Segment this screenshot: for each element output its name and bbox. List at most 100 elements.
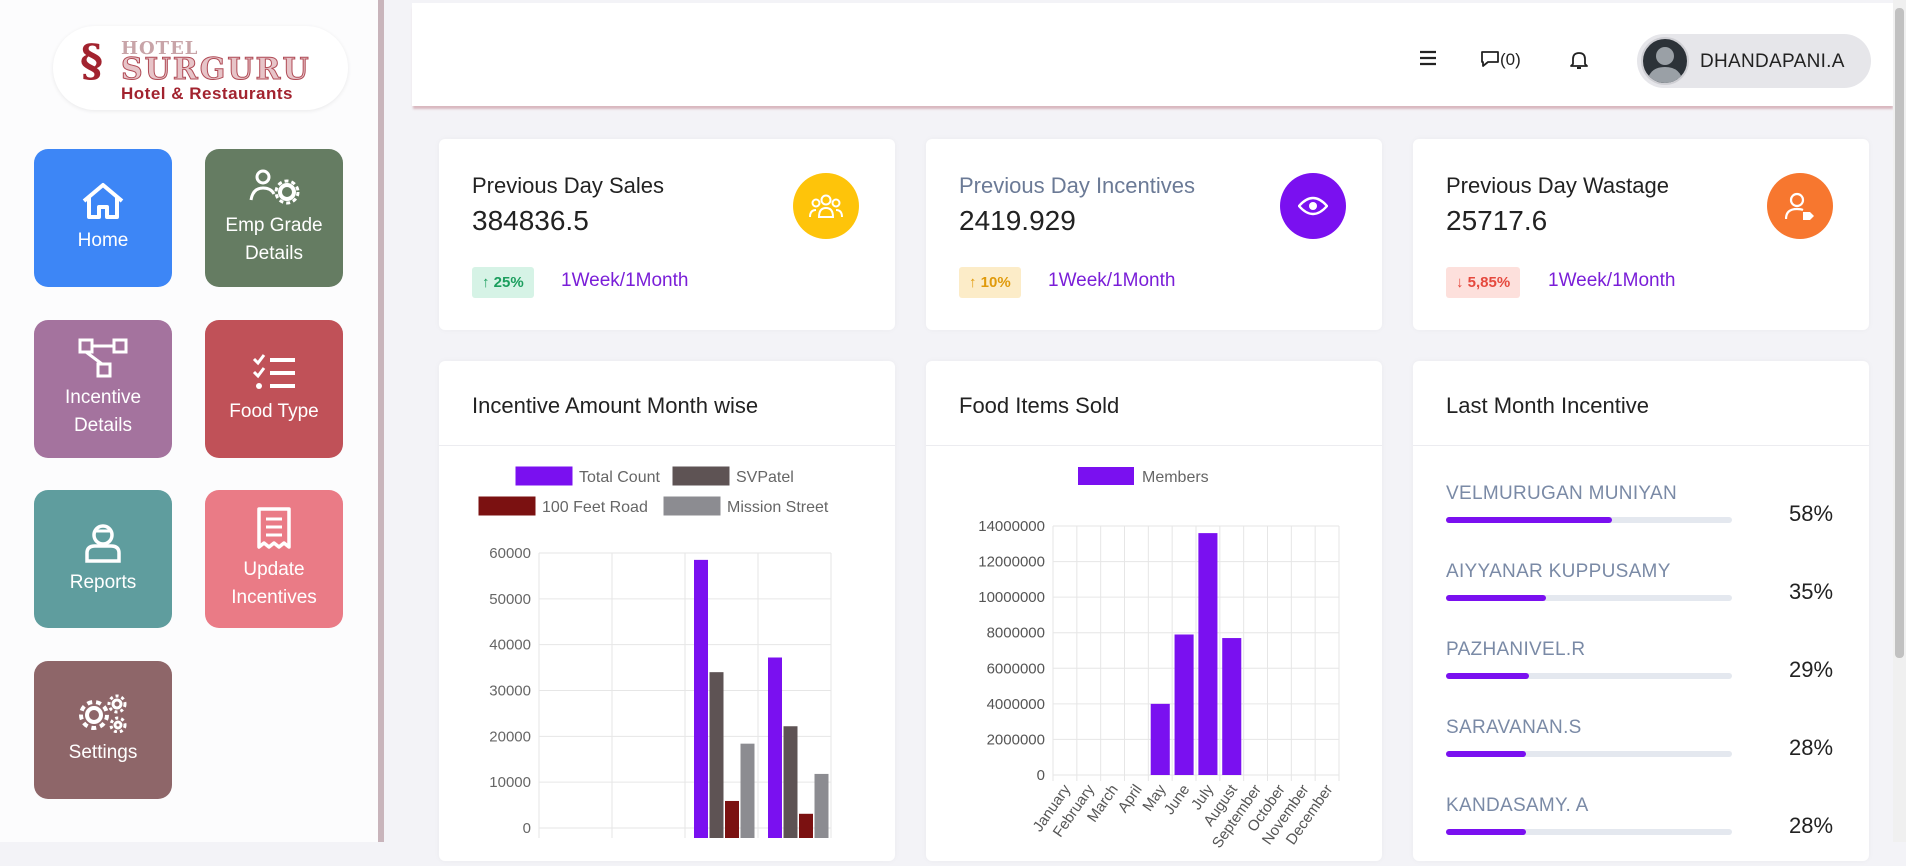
bar <box>1222 638 1242 775</box>
home-icon <box>82 183 124 219</box>
hamburger-icon <box>1420 50 1436 66</box>
stat-title: Previous Day Incentives <box>959 173 1195 198</box>
food-sold-panel: Food Items Sold Members 14000000 12000000 1… <box>926 361 1382 861</box>
checklist-icon <box>252 354 295 389</box>
menu-toggle[interactable] <box>1419 50 1437 71</box>
bar <box>1198 533 1218 775</box>
sidebar: § HOTEL SURGURU Hotel & Restaurants Home… <box>0 0 384 842</box>
update-incentives-tile[interactable]: Update Incentives <box>205 490 343 628</box>
y-tick-label: 12000000 <box>978 554 1045 571</box>
y-tick-label: 2000000 <box>987 731 1045 748</box>
hotel-logo[interactable]: § HOTEL SURGURU Hotel & Restaurants <box>53 26 348 110</box>
scrollbar-thumb[interactable] <box>1895 8 1904 658</box>
bar <box>783 726 798 838</box>
y-tick-label: 0 <box>1037 767 1045 784</box>
bar <box>1174 634 1194 775</box>
users-gear-icon <box>249 169 300 205</box>
y-tick-label: 14000000 <box>978 518 1045 535</box>
y-tick-label: 4000000 <box>987 696 1045 713</box>
y-tick-label: 30000 <box>489 683 531 700</box>
food-sold-chart: Members 14000000 12000000 10000000 8000000 60… <box>978 467 1340 851</box>
incentive-row: AIYYANAR KUPPUSAMY 35% <box>1446 561 1866 631</box>
bar <box>709 672 724 838</box>
settings-tile[interactable]: Settings <box>34 661 172 799</box>
last-month-panel: Last Month Incentive VELMURUGAN MUNIYAN … <box>1413 361 1869 861</box>
stat-card-wastage: Previous Day Wastage 25717.6 ↓ 5,85% 1We… <box>1413 139 1869 330</box>
y-tick-label: 8000000 <box>987 625 1045 642</box>
y-tick-label: 50000 <box>489 591 531 608</box>
stat-title: Previous Day Wastage <box>1446 173 1669 198</box>
bell-icon <box>1570 52 1588 69</box>
incentive-details-tile[interactable]: Incentive Details <box>34 320 172 458</box>
legend-swatch <box>478 496 536 516</box>
incentive-row: VELMURUGAN MUNIYAN 58% <box>1446 483 1866 553</box>
avatar <box>1641 37 1689 85</box>
employee-name: AIYYANAR KUPPUSAMY <box>1446 561 1671 582</box>
employee-name: PAZHANIVEL.R <box>1446 639 1586 660</box>
y-tick-label: 10000 <box>489 774 531 791</box>
y-tick-label: 20000 <box>489 728 531 745</box>
stat-icon-circle <box>1767 173 1833 239</box>
bar <box>814 773 829 838</box>
incentive-percent: 35% <box>1789 579 1834 604</box>
stat-value: 2419.929 <box>959 205 1076 236</box>
progress-track <box>1446 829 1732 835</box>
bar <box>1150 703 1170 775</box>
range-week-link[interactable]: 1Week <box>1548 270 1607 291</box>
logo-line3: Hotel & Restaurants <box>121 84 293 103</box>
range-week-link[interactable]: 1Week <box>561 270 620 291</box>
notifications-button[interactable] <box>1570 50 1588 75</box>
trend-badge: ↓ 5,85% <box>1446 267 1521 298</box>
incentive-row: PAZHANIVEL.R 29% <box>1446 639 1866 709</box>
food-type-tile[interactable]: Food Type <box>205 320 343 458</box>
employee-name: VELMURUGAN MUNIYAN <box>1446 483 1677 504</box>
badge-value: 10% <box>980 274 1011 291</box>
incentive-row: KANDASAMY. A 28% <box>1446 795 1866 861</box>
stat-icon-circle <box>1280 173 1346 239</box>
range-month-link[interactable]: 1Month <box>1112 270 1175 291</box>
users-icon <box>809 194 843 218</box>
stat-card-sales: Previous Day Sales 384836.5 ↑ 25% 1Week/… <box>439 139 895 330</box>
employee-name: SARAVANAN.S <box>1446 717 1582 738</box>
incentive-percent: 28% <box>1789 735 1834 760</box>
progress-fill <box>1446 673 1529 679</box>
eye-icon <box>1298 196 1328 216</box>
range-week-link[interactable]: 1Week <box>1048 270 1107 291</box>
incentive-percent: 29% <box>1789 657 1834 682</box>
incentive-month-panel: Incentive Amount Month wise Total Count S… <box>439 361 895 861</box>
incentive-percent: 58% <box>1789 501 1834 526</box>
tile-label: Settings <box>68 742 138 763</box>
receipt-icon <box>257 507 291 549</box>
messages-button[interactable]: (0) <box>1480 50 1521 70</box>
stat-value: 384836.5 <box>472 205 589 236</box>
tile-label: Food Type <box>229 401 319 422</box>
progress-fill <box>1446 517 1612 523</box>
progress-fill <box>1446 751 1527 757</box>
home-tile[interactable]: Home <box>34 149 172 287</box>
stat-card-incentives: Previous Day Incentives 2419.929 ↑ 10% 1… <box>926 139 1382 330</box>
emp-grade-tile[interactable]: Emp Grade Details <box>205 149 343 287</box>
legend-label: SVPatel <box>736 469 794 486</box>
user-menu[interactable]: DHANDAPANI.A <box>1637 34 1871 88</box>
legend-swatch <box>515 466 573 486</box>
user-name: DHANDAPANI.A <box>1700 51 1845 72</box>
legend-label: 100 Feet Road <box>542 499 648 516</box>
stat-value: 25717.6 <box>1446 205 1548 236</box>
user-avatar-icon <box>1647 47 1683 83</box>
bar <box>725 800 739 838</box>
range-month-link[interactable]: 1Month <box>1612 270 1675 291</box>
reports-tile[interactable]: Reports <box>34 490 172 628</box>
tile-label: Update Incentives <box>231 559 317 608</box>
gears-icon <box>79 694 127 733</box>
y-tick-label: 40000 <box>489 637 531 654</box>
page-scrollbar[interactable] <box>1893 0 1906 842</box>
chat-icon <box>1481 51 1499 67</box>
panel-divider <box>1413 445 1869 446</box>
logo-mark-icon: § <box>80 36 104 87</box>
panel-title: Incentive Amount Month wise <box>472 393 759 418</box>
trend-badge: ↑ 10% <box>959 267 1021 298</box>
y-tick-label: 6000000 <box>987 660 1045 677</box>
range-month-link[interactable]: 1Month <box>625 270 688 291</box>
panel-title: Last Month Incentive <box>1446 393 1650 418</box>
bar <box>694 559 708 838</box>
